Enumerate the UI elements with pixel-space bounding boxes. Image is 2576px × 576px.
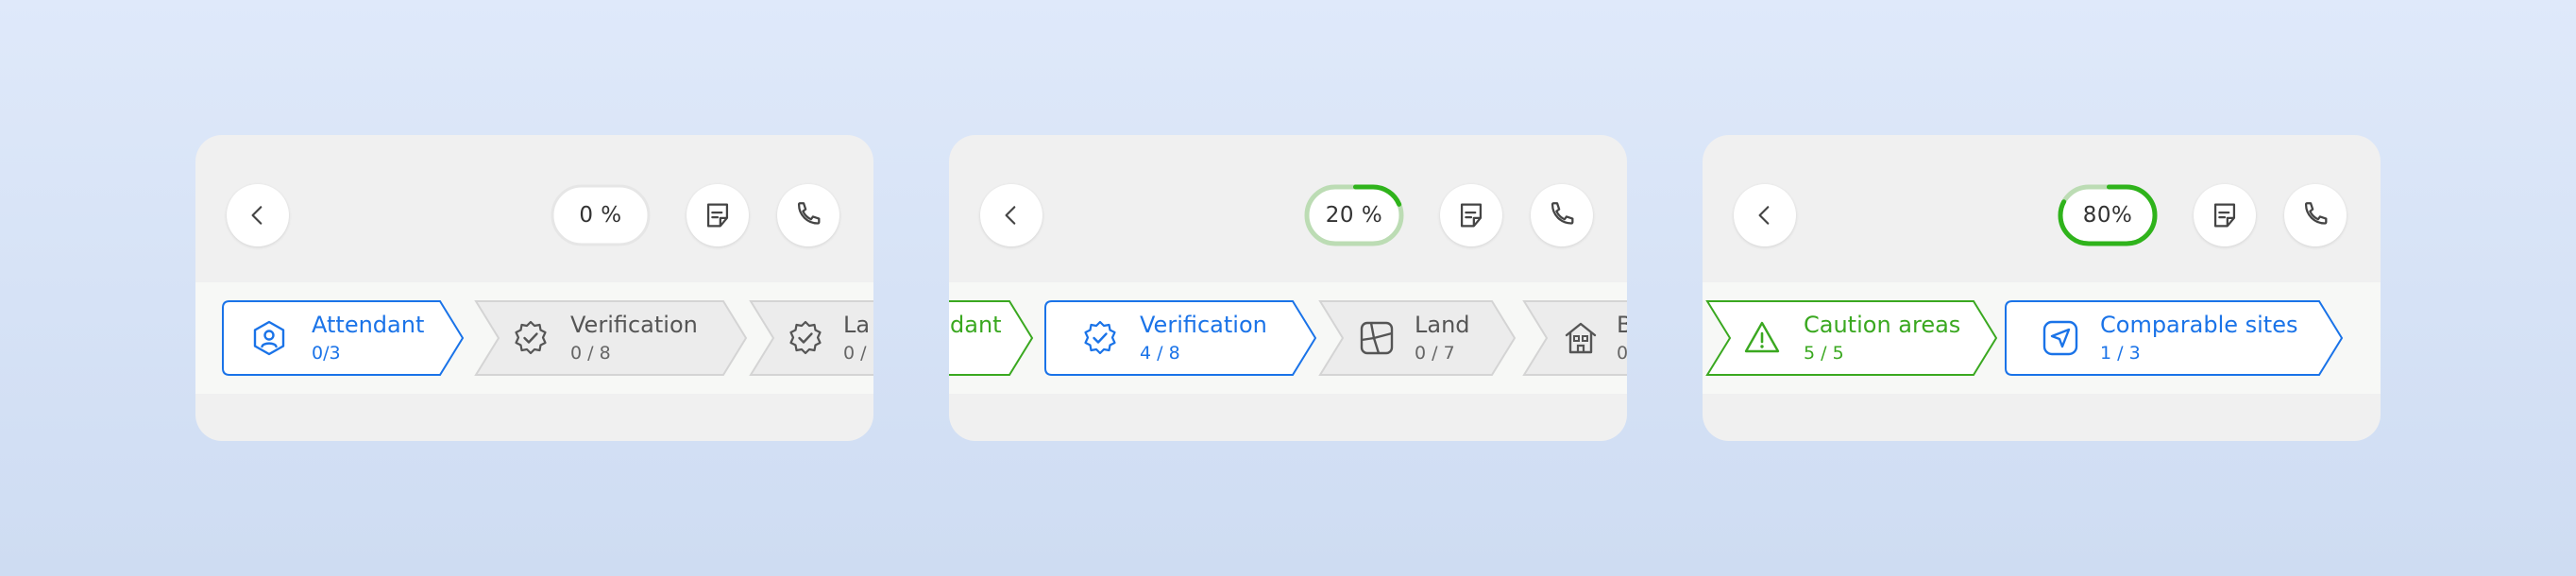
- step-title: Verification: [570, 312, 698, 338]
- steps-strip: Attendant 0/3 Verification 0 / 8 La 0 /: [195, 282, 873, 394]
- chevron-left-icon: [1005, 206, 1016, 225]
- step-attendant[interactable]: Attendant 0/3: [221, 299, 466, 377]
- step-title: Verification: [1140, 312, 1267, 338]
- chevron-left-icon: [1758, 206, 1770, 225]
- progress-label: 20 %: [1325, 203, 1383, 228]
- progress-label: 0 %: [579, 203, 622, 228]
- step-count: 0 /: [843, 343, 867, 364]
- note-document-icon: [1460, 203, 1483, 228]
- step-title: Comparable sites: [2100, 312, 2298, 338]
- notes-button[interactable]: [686, 184, 749, 246]
- phone-icon: [1551, 202, 1574, 225]
- step-title: La: [843, 312, 871, 338]
- land-plot-icon: [1360, 321, 1394, 355]
- step-land[interactable]: La 0 /: [749, 299, 873, 377]
- progress-indicator: 20 %: [1304, 184, 1404, 246]
- step-count: 0 / 8: [570, 343, 611, 364]
- step-title: B: [1617, 312, 1627, 338]
- navigation-arrow-icon: [2042, 320, 2078, 356]
- steps-strip: dant Verification 4 / 8 Land 0 / 7 B 0: [949, 282, 1627, 394]
- step-count: 0 / 7: [1415, 343, 1455, 364]
- phone-icon: [2304, 202, 2328, 225]
- note-document-icon: [706, 203, 729, 228]
- call-button[interactable]: [1531, 184, 1593, 246]
- notes-button[interactable]: [2194, 184, 2256, 246]
- step-land[interactable]: Land 0 / 7: [1318, 299, 1517, 377]
- verified-badge-icon: [515, 320, 547, 355]
- step-title: Attendant: [312, 312, 425, 338]
- step-caution-areas[interactable]: Caution areas 5 / 5: [1705, 299, 1998, 377]
- step-count: 0: [1617, 343, 1627, 364]
- progress-label: 80%: [2082, 203, 2133, 228]
- step-verification[interactable]: Verification 4 / 8: [1043, 299, 1317, 377]
- step-count: 5 / 5: [1804, 343, 1844, 364]
- progress-indicator: 0 %: [551, 184, 651, 246]
- step-count: 0/3: [312, 343, 341, 364]
- progress-card-1: 0 % Attendant 0/3 Verification 0 / 8 La …: [195, 135, 873, 441]
- step-title: Caution areas: [1804, 312, 1961, 338]
- step-attendant[interactable]: dant: [949, 299, 1034, 377]
- note-document-icon: [2213, 203, 2236, 228]
- progress-card-2: 20 % dant Verification 4 / 8 Land 0 / 7 …: [949, 135, 1627, 441]
- step-title: Land: [1415, 312, 1470, 338]
- step-verification[interactable]: Verification 0 / 8: [474, 299, 748, 377]
- phone-icon: [797, 202, 821, 225]
- back-button[interactable]: [980, 184, 1042, 246]
- back-button[interactable]: [1734, 184, 1796, 246]
- step-title: dant: [950, 312, 1002, 338]
- step-building[interactable]: B 0: [1522, 299, 1627, 377]
- step-count: 4 / 8: [1140, 343, 1180, 364]
- step-comparable-sites[interactable]: Comparable sites 1 / 3: [2004, 299, 2344, 377]
- verified-badge-icon: [789, 320, 822, 355]
- steps-strip: Caution areas 5 / 5 Comparable sites 1 /…: [1703, 282, 2381, 394]
- user-shield-icon: [253, 320, 285, 356]
- step-count: 1 / 3: [2100, 343, 2141, 364]
- progress-indicator: 80%: [2058, 184, 2158, 246]
- progress-card-3: 80% Caution areas 5 / 5 Comparable sites…: [1703, 135, 2381, 441]
- notes-button[interactable]: [1440, 184, 1502, 246]
- verified-badge-icon: [1084, 320, 1116, 355]
- warning-triangle-icon: [1744, 321, 1780, 353]
- house-icon: [1565, 322, 1597, 354]
- call-button[interactable]: [777, 184, 839, 246]
- back-button[interactable]: [227, 184, 289, 246]
- call-button[interactable]: [2284, 184, 2347, 246]
- chevron-left-icon: [251, 206, 263, 225]
